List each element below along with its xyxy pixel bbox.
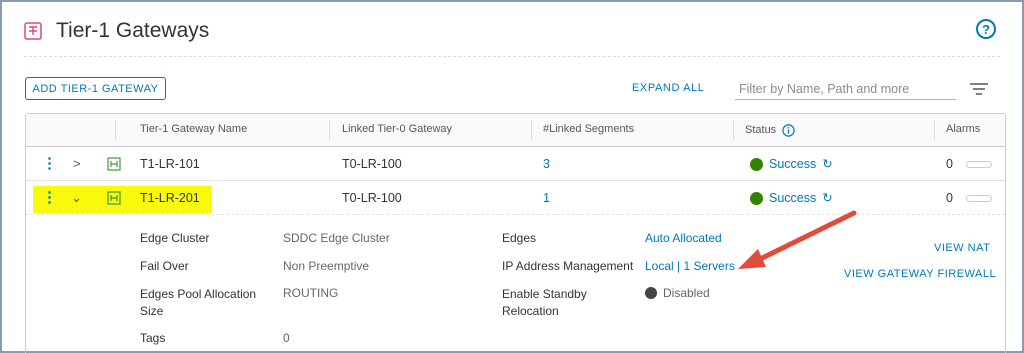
detail-fail-over-label: Fail Over: [140, 259, 189, 273]
linked-tier0: T0-LR-100: [342, 157, 402, 171]
filter-lines-icon[interactable]: [970, 83, 988, 95]
detail-edges-label: Edges: [502, 231, 537, 245]
alarms-cell: 0: [946, 147, 993, 181]
add-tier1-gateway-button[interactable]: ADD TIER-1 GATEWAY: [25, 77, 166, 100]
column-divider: [115, 120, 116, 140]
detail-tags-value[interactable]: 0: [283, 331, 290, 345]
gateway-name[interactable]: T1-LR-101: [140, 147, 200, 181]
alarms-count: 0: [946, 157, 953, 171]
column-header-status[interactable]: Status: [745, 114, 795, 147]
column-header-alarms[interactable]: Alarms: [946, 114, 980, 147]
table-row[interactable]: ⋮ > T1-LR-101 T0-LR-100 3 Success ↻ 0: [26, 147, 1005, 181]
alarm-bar: [966, 195, 993, 203]
disabled-status-dot: [645, 287, 657, 299]
detail-standby-label: Enable Standby Relocation: [502, 287, 587, 318]
success-status-dot: [750, 191, 763, 205]
detail-edge-cluster-value: SDDC Edge Cluster: [283, 231, 390, 245]
view-gateway-firewall-link[interactable]: VIEW GATEWAY FIREWALL: [844, 268, 996, 280]
status-label: Success: [769, 157, 817, 171]
kebab-vertical-icon[interactable]: ⋮: [42, 181, 57, 215]
kebab-vertical-icon[interactable]: ⋮: [42, 147, 57, 181]
detail-edges-pool-value: ROUTING: [283, 286, 339, 300]
refresh-icon[interactable]: ↻: [822, 147, 832, 181]
table-header: Tier-1 Gateway Name Linked Tier-0 Gatewa…: [26, 114, 1005, 147]
column-header-name[interactable]: Tier-1 Gateway Name: [140, 114, 247, 147]
alarms-count: 0: [946, 191, 953, 205]
success-status-dot: [750, 157, 763, 171]
column-header-status-label: Status: [745, 124, 777, 136]
detail-edges-pool-label: Edges Pool Allocation Size: [140, 287, 257, 318]
detail-edges-value[interactable]: Auto Allocated: [645, 231, 722, 245]
detail-standby-value: Disabled: [645, 286, 710, 300]
detail-fail-over-value: Non Preemptive: [283, 259, 370, 273]
column-divider: [733, 120, 734, 140]
tier1-gateway-logo-icon: [24, 22, 42, 40]
column-header-linked-segments[interactable]: #Linked Segments: [543, 114, 634, 147]
header-divider: [24, 56, 1000, 57]
column-divider: [329, 120, 330, 140]
status-cell: Success ↻: [750, 147, 833, 181]
column-header-linked-tier0[interactable]: Linked Tier-0 Gateway: [342, 114, 452, 147]
help-circle-icon[interactable]: ?: [976, 19, 996, 39]
column-divider: [531, 120, 532, 140]
gateway-name[interactable]: T1-LR-201: [140, 181, 200, 215]
page-title: Tier-1 Gateways: [56, 19, 210, 42]
chevron-right-icon[interactable]: >: [73, 147, 81, 181]
chevron-down-icon[interactable]: ⌄: [71, 181, 82, 215]
linked-segments-count[interactable]: 1: [543, 181, 550, 215]
linked-segments-count[interactable]: 3: [543, 147, 550, 181]
detail-ipam-value[interactable]: Local | 1 Servers: [645, 259, 735, 273]
expand-all-link[interactable]: EXPAND ALL: [632, 82, 704, 94]
column-divider: [934, 120, 935, 140]
detail-tags-label: Tags: [140, 331, 166, 345]
filter-input[interactable]: [735, 78, 956, 100]
info-circle-icon[interactable]: [782, 124, 795, 137]
page-frame: Tier-1 Gateways ? ADD TIER-1 GATEWAY EXP…: [0, 0, 1024, 353]
gateway-router-icon: [107, 191, 121, 205]
page-header: Tier-1 Gateways: [24, 16, 209, 46]
linked-tier0: T0-LR-100: [342, 191, 402, 205]
view-nat-link[interactable]: VIEW NAT: [934, 242, 990, 254]
detail-ipam-label: IP Address Management: [502, 259, 634, 273]
gateway-router-icon: [107, 157, 121, 171]
detail-edge-cluster-label: Edge Cluster: [140, 231, 210, 245]
alarms-cell: 0: [946, 181, 993, 215]
alarm-bar: [966, 161, 993, 169]
annotation-arrow-icon: [738, 210, 857, 269]
